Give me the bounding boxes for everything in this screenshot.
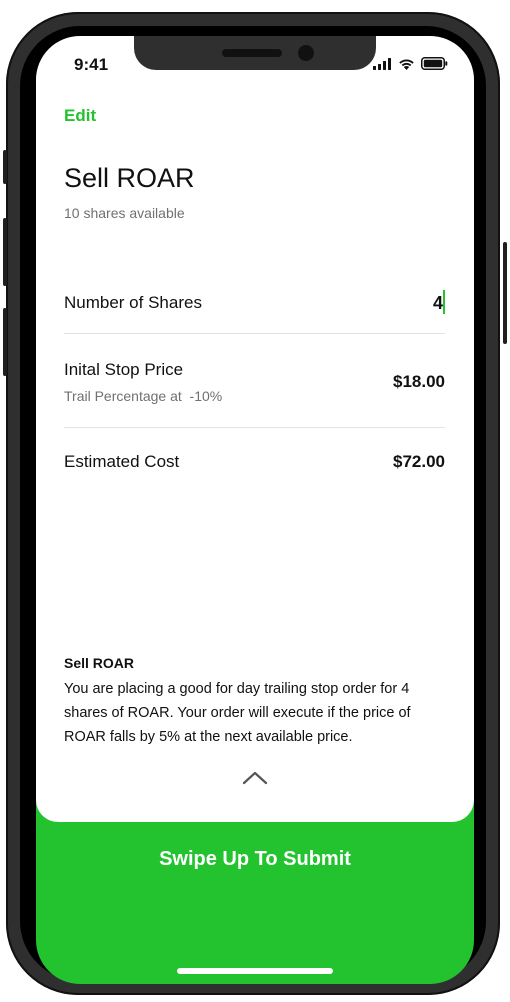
stop-price-value: $18.00: [393, 372, 445, 391]
swipe-up-submit[interactable]: Swipe Up To Submit: [36, 848, 474, 871]
page-title: Sell ROAR: [64, 163, 195, 193]
summary-title: Sell ROAR: [64, 655, 135, 671]
silent-switch: [3, 150, 7, 184]
summary-description: You are placing a good for day trailing …: [64, 681, 411, 745]
status-time: 9:41: [74, 55, 109, 74]
front-camera: [298, 45, 314, 61]
divider: [64, 427, 445, 428]
stop-price-row: Inital Stop Price Trail Percentage at -1…: [64, 360, 445, 410]
stage: 9:41 Edit Sell ROAR 10 shares available …: [0, 0, 510, 1002]
status-icons: [373, 57, 448, 70]
chevron-up-icon[interactable]: [241, 770, 269, 786]
order-sheet: 9:41 Edit Sell ROAR 10 shares available …: [36, 36, 474, 822]
volume-up-button: [3, 218, 7, 286]
home-indicator[interactable]: [177, 968, 333, 974]
volume-down-button: [3, 308, 7, 376]
trail-percentage: Trail Percentage at -10%: [64, 388, 223, 404]
divider: [64, 333, 445, 334]
edit-link[interactable]: Edit: [64, 106, 96, 126]
estimated-cost-value: $72.00: [393, 452, 445, 471]
estimated-cost-label: Estimated Cost: [64, 452, 180, 471]
power-button: [503, 242, 507, 344]
cellular-signal-icon: [373, 57, 391, 70]
notch: [134, 36, 376, 70]
text-cursor: [443, 290, 445, 314]
screen: 9:41 Edit Sell ROAR 10 shares available …: [36, 36, 474, 984]
shares-row: Number of Shares: [64, 290, 445, 318]
shares-available: 10 shares available: [64, 205, 185, 221]
shares-input[interactable]: [383, 290, 445, 316]
battery-icon: [421, 57, 448, 70]
speaker-grille: [222, 49, 282, 57]
stop-price-label: Inital Stop Price: [64, 360, 184, 379]
wifi-icon: [399, 59, 414, 70]
estimated-cost-row: Estimated Cost $72.00: [64, 452, 445, 476]
shares-label: Number of Shares: [64, 293, 202, 312]
